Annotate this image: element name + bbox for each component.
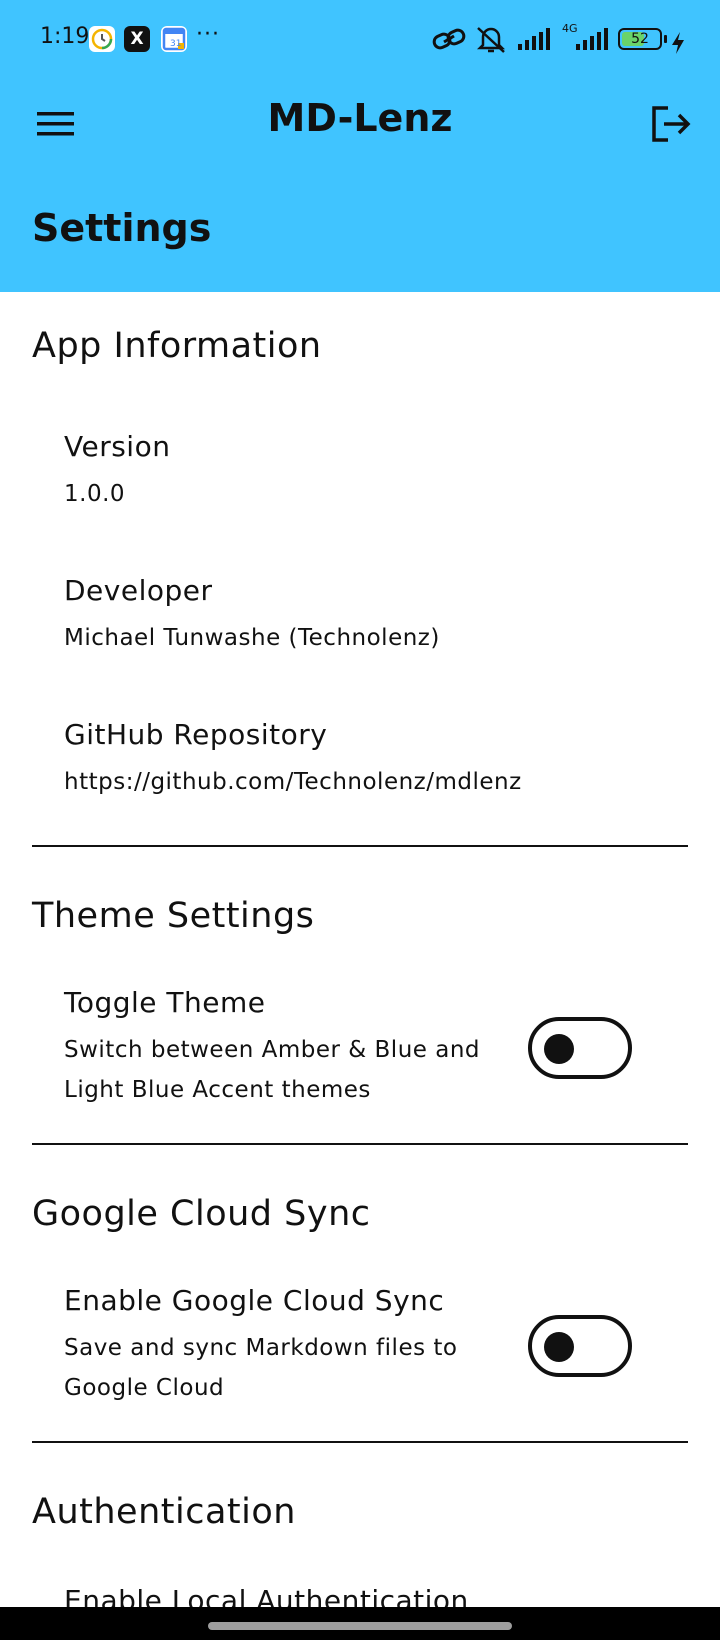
cloud-sync-switch[interactable] <box>528 1315 632 1377</box>
app-bar: MD-Lenz <box>0 80 720 164</box>
x-app-icon: X <box>124 26 150 52</box>
more-notifications-icon: ··· <box>196 22 220 47</box>
github-repository-link[interactable]: https://github.com/Technolenz/mdlenz <box>64 762 684 802</box>
signal-4g-icon: 4G <box>560 22 610 52</box>
divider <box>32 845 688 847</box>
version-title: Version <box>64 430 171 463</box>
developer-title: Developer <box>64 574 213 607</box>
section-title-theme-settings: Theme Settings <box>32 896 315 936</box>
cloud-sync-title: Enable Google Cloud Sync <box>64 1284 445 1317</box>
battery-icon: 52 <box>618 28 662 50</box>
section-title-authentication: Authentication <box>32 1492 296 1532</box>
section-title-app-information: App Information <box>32 326 322 366</box>
github-repository-title[interactable]: GitHub Repository <box>64 718 327 751</box>
gesture-handle[interactable] <box>208 1622 512 1630</box>
switch-knob <box>544 1332 574 1362</box>
divider <box>32 1441 688 1443</box>
toggle-theme-title: Toggle Theme <box>64 986 266 1019</box>
version-value: 1.0.0 <box>64 481 126 507</box>
status-time: 1:19 <box>40 24 90 49</box>
link-icon <box>432 28 466 50</box>
charging-icon <box>672 32 684 54</box>
page-title: Settings <box>32 206 212 250</box>
toggle-theme-switch[interactable] <box>528 1017 632 1079</box>
clock-app-icon <box>89 26 115 52</box>
mute-bell-icon <box>476 27 506 53</box>
toggle-theme-subtitle: Switch between Amber & Blue and Light Bl… <box>64 1037 481 1103</box>
developer-value: Michael Tunwashe (Technolenz) <box>64 625 440 651</box>
signal-strength-icon <box>518 28 550 50</box>
status-bar: 1:19 X 31 ··· 4G 52 <box>0 0 720 80</box>
divider <box>32 1143 688 1145</box>
svg-text:31: 31 <box>170 39 181 49</box>
switch-knob <box>544 1034 574 1064</box>
battery-level: 52 <box>631 31 649 47</box>
battery-tip <box>664 35 667 43</box>
app-title: MD-Lenz <box>267 96 453 140</box>
cloud-sync-subtitle: Save and sync Markdown files to Google C… <box>64 1335 458 1401</box>
calendar-app-icon: 31 <box>161 26 187 52</box>
logout-icon[interactable] <box>646 100 694 148</box>
section-title-google-cloud-sync: Google Cloud Sync <box>32 1194 371 1234</box>
